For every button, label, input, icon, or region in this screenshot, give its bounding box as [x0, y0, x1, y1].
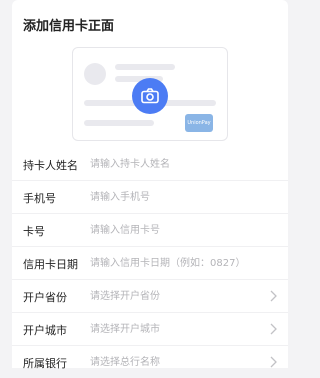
card-number-input[interactable]: [90, 222, 260, 238]
camera-icon: [141, 88, 159, 104]
phone-label: 手机号: [23, 192, 56, 205]
form-row-phone: 手机号: [12, 181, 288, 214]
form-row-cardholder-name: 持卡人姓名: [12, 148, 288, 181]
province-label: 开户省份: [23, 291, 67, 304]
cardholder-name-input[interactable]: [90, 156, 260, 172]
placeholder-avatar: [84, 63, 106, 85]
form-row-bank[interactable]: 所属银行: [12, 346, 288, 378]
placeholder-line: [84, 120, 154, 126]
bank-label: 所属银行: [23, 357, 67, 370]
city-label: 开户城市: [23, 324, 67, 337]
camera-button[interactable]: [132, 78, 168, 114]
city-select[interactable]: [90, 321, 260, 337]
credit-card-upload-area[interactable]: UnionPay 银联: [72, 47, 228, 141]
form-row-card-number: 卡号: [12, 214, 288, 247]
chevron-right-icon: [270, 356, 277, 368]
page-title: 添加信用卡正面: [23, 19, 115, 34]
form-row-expiry-date: 信用卡日期: [12, 247, 288, 280]
cardholder-name-label: 持卡人姓名: [23, 159, 78, 172]
form-row-province[interactable]: 开户省份: [12, 280, 288, 313]
chevron-right-icon: [270, 323, 277, 335]
card-number-label: 卡号: [23, 225, 45, 238]
chevron-right-icon: [270, 290, 277, 302]
placeholder-line: [115, 64, 175, 70]
unionpay-logo: UnionPay 银联: [185, 114, 213, 132]
form-card: 添加信用卡正面 UnionPay 银联 持卡人姓名 手机号 卡号 信用卡日期 开…: [12, 0, 288, 370]
expiry-date-input[interactable]: [90, 255, 260, 271]
form-row-city[interactable]: 开户城市: [12, 313, 288, 346]
phone-input[interactable]: [90, 189, 260, 205]
province-select[interactable]: [90, 288, 260, 304]
expiry-date-label: 信用卡日期: [23, 258, 78, 271]
